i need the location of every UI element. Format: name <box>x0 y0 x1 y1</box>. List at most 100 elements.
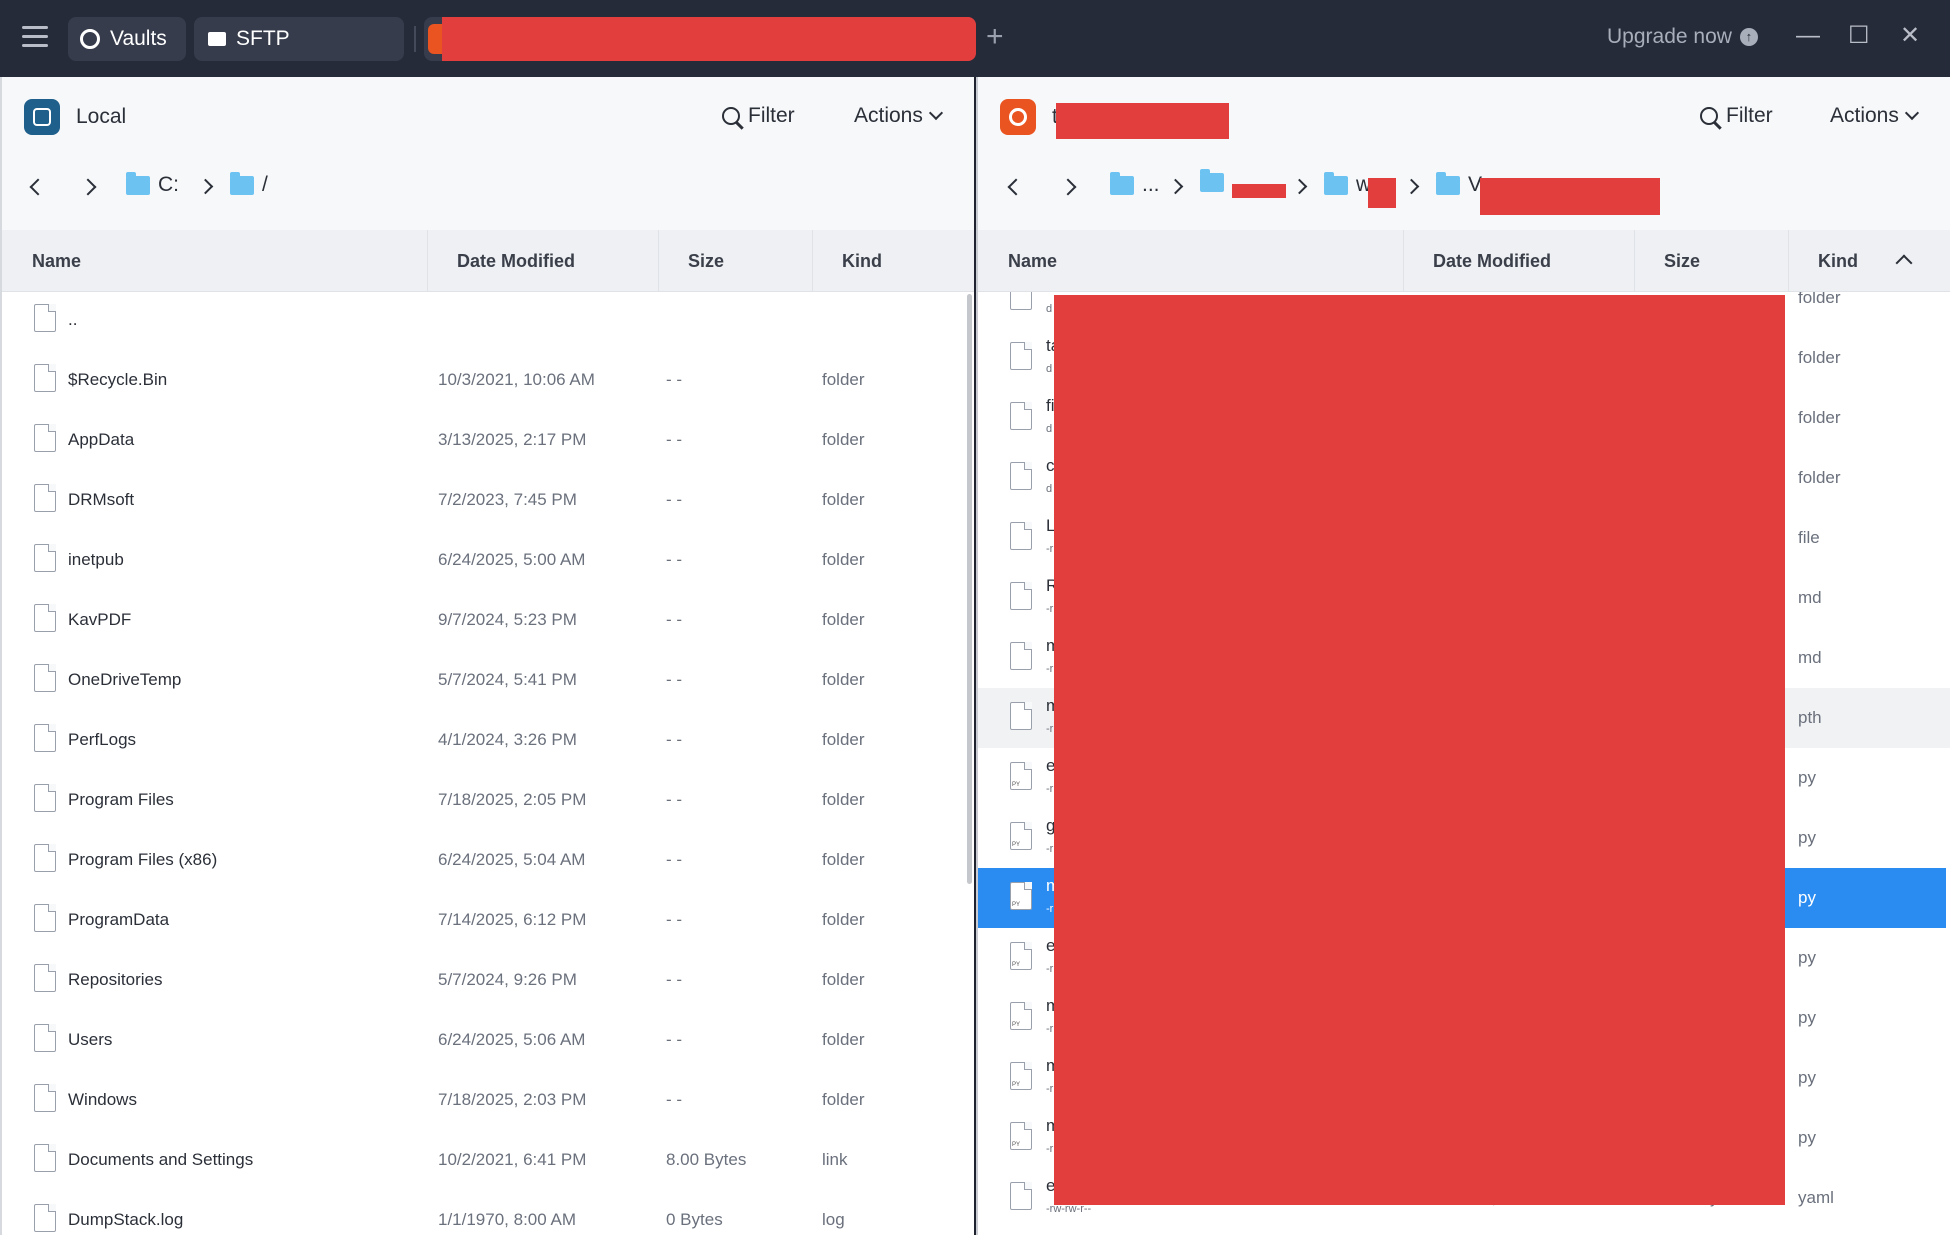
minimize-button[interactable]: — <box>1796 22 1820 50</box>
python-file-icon: PY <box>1010 1002 1032 1030</box>
back-button[interactable] <box>29 178 47 196</box>
file-kind: folder <box>1798 408 1841 427</box>
column-date[interactable]: Date Modified <box>457 230 575 292</box>
file-icon <box>34 1204 56 1232</box>
table-row[interactable]: .. <box>2 292 974 350</box>
column-size[interactable]: Size <box>688 230 724 292</box>
filter-label: Filter <box>748 104 795 127</box>
table-row[interactable]: Program Files (x86) 6/24/2025, 5:04 AM - -… <box>2 830 974 890</box>
search-icon <box>1700 107 1718 125</box>
breadcrumb-ellipsis[interactable]: ... <box>1110 171 1160 197</box>
column-kind[interactable]: Kind <box>842 230 882 292</box>
column-name[interactable]: Name <box>1008 230 1057 292</box>
table-row[interactable]: inetpub 6/24/2025, 5:00 AM - - folder <box>2 530 974 590</box>
file-size: - - <box>666 850 683 869</box>
column-divider[interactable] <box>1634 230 1635 292</box>
column-divider[interactable] <box>1788 230 1789 292</box>
file-kind: yaml <box>1798 1188 1834 1207</box>
table-row[interactable]: KavPDF 9/7/2024, 5:23 PM - - folder <box>2 590 974 650</box>
table-row[interactable]: Users 6/24/2025, 5:06 AM - - folder <box>2 1010 974 1070</box>
file-date: 10/2/2021, 6:41 PM <box>438 1150 587 1169</box>
table-row[interactable]: Windows 7/18/2025, 2:03 PM - - folder <box>2 1070 974 1130</box>
file-kind: folder <box>822 490 865 509</box>
sort-ascending-icon[interactable] <box>1895 254 1913 272</box>
file-icon <box>34 544 56 572</box>
filter-button[interactable]: Filter <box>722 104 795 128</box>
breadcrumb-root[interactable]: / <box>230 171 268 197</box>
column-divider[interactable] <box>658 230 659 292</box>
chevron-down-icon <box>1904 105 1919 121</box>
file-kind: folder <box>822 610 865 629</box>
scrollbar[interactable] <box>967 294 972 884</box>
py-badge: PY <box>1012 842 1021 848</box>
breadcrumb-segment[interactable]: w <box>1324 171 1371 197</box>
file-name: ProgramData <box>68 910 170 929</box>
tab-separator <box>414 26 416 52</box>
tab-sftp[interactable]: SFTP <box>194 17 404 61</box>
file-icon <box>34 604 56 632</box>
actions-menu[interactable]: Actions <box>854 104 943 128</box>
new-tab-button[interactable]: + <box>986 22 1004 52</box>
breadcrumb-segment[interactable]: V <box>1436 171 1482 197</box>
tab-vaults[interactable]: Vaults <box>68 17 186 61</box>
column-divider[interactable] <box>427 230 428 292</box>
menu-icon[interactable] <box>22 26 48 48</box>
vault-icon <box>80 29 100 49</box>
redaction-block <box>1054 295 1785 1205</box>
table-row[interactable]: Documents and Settings 10/2/2021, 6:41 PM… <box>2 1130 974 1190</box>
file-kind: folder <box>822 730 865 749</box>
breadcrumb-drive[interactable]: C: <box>126 171 179 197</box>
forward-button[interactable] <box>1059 178 1077 196</box>
file-size: 8.00 Bytes <box>666 1150 747 1169</box>
forward-button[interactable] <box>79 178 97 196</box>
file-list: .. $Recycle.Bin 10/3/2021, 10:06 AM - - fold… <box>2 292 974 1235</box>
file-size: - - <box>666 370 683 389</box>
file-name: PerfLogs <box>68 730 137 749</box>
file-kind: py <box>1798 1128 1816 1147</box>
file-icon <box>34 1084 56 1112</box>
file-size: 0 Bytes <box>666 1210 723 1229</box>
py-badge: PY <box>1012 1142 1021 1148</box>
column-divider[interactable] <box>1403 230 1404 292</box>
python-file-icon: PY <box>1010 762 1032 790</box>
table-row[interactable]: ProgramData 7/14/2025, 6:12 PM - - folder <box>2 890 974 950</box>
breadcrumb-segment[interactable] <box>1200 169 1232 192</box>
file-date: 5/7/2024, 5:41 PM <box>438 670 577 689</box>
table-row[interactable]: $Recycle.Bin 10/3/2021, 10:06 AM - - folder <box>2 350 974 410</box>
actions-menu[interactable]: Actions <box>1830 104 1919 128</box>
file-size: - - <box>666 550 683 569</box>
file-date: 6/24/2025, 5:04 AM <box>438 850 586 869</box>
file-kind: py <box>1798 888 1816 907</box>
table-row[interactable]: PerfLogs 4/1/2024, 3:26 PM - - folder <box>2 710 974 770</box>
breadcrumb-label: C: <box>158 173 179 196</box>
table-row[interactable]: DumpStack.log 1/1/1970, 8:00 AM 0 Bytes log <box>2 1190 974 1235</box>
column-name[interactable]: Name <box>32 230 81 292</box>
file-name: $Recycle.Bin <box>68 370 168 389</box>
column-date[interactable]: Date Modified <box>1433 230 1551 292</box>
python-file-icon: PY <box>1010 822 1032 850</box>
table-row[interactable]: OneDriveTemp 5/7/2024, 5:41 PM - - folder <box>2 650 974 710</box>
filter-button[interactable]: Filter <box>1700 104 1773 128</box>
table-row[interactable]: Program Files 7/18/2025, 2:05 PM - - folder <box>2 770 974 830</box>
file-icon <box>34 784 56 812</box>
file-date: 4/1/2024, 3:26 PM <box>438 730 577 749</box>
upgrade-button[interactable]: Upgrade now ↑ <box>1607 25 1758 49</box>
panel-title: Local <box>76 105 127 128</box>
file-icon <box>34 1144 56 1172</box>
maximize-button[interactable]: ☐ <box>1848 22 1870 50</box>
back-button[interactable] <box>1007 178 1025 196</box>
column-divider[interactable] <box>812 230 813 292</box>
tab-remote-host[interactable] <box>424 17 976 61</box>
column-kind[interactable]: Kind <box>1818 230 1858 292</box>
table-row[interactable]: DRMsoft 7/2/2023, 7:45 PM - - folder <box>2 470 974 530</box>
table-row[interactable]: Repositories 5/7/2024, 9:26 PM - - folder <box>2 950 974 1010</box>
file-icon <box>1010 1182 1032 1210</box>
local-terminal-icon <box>24 99 60 135</box>
table-row[interactable]: AppData 3/13/2025, 2:17 PM - - folder <box>2 410 974 470</box>
close-button[interactable]: ✕ <box>1900 22 1920 50</box>
redaction-block <box>1480 178 1660 215</box>
column-size[interactable]: Size <box>1664 230 1700 292</box>
python-file-icon: PY <box>1010 942 1032 970</box>
file-name: KavPDF <box>68 610 132 629</box>
file-date: 3/13/2025, 2:17 PM <box>438 430 587 449</box>
